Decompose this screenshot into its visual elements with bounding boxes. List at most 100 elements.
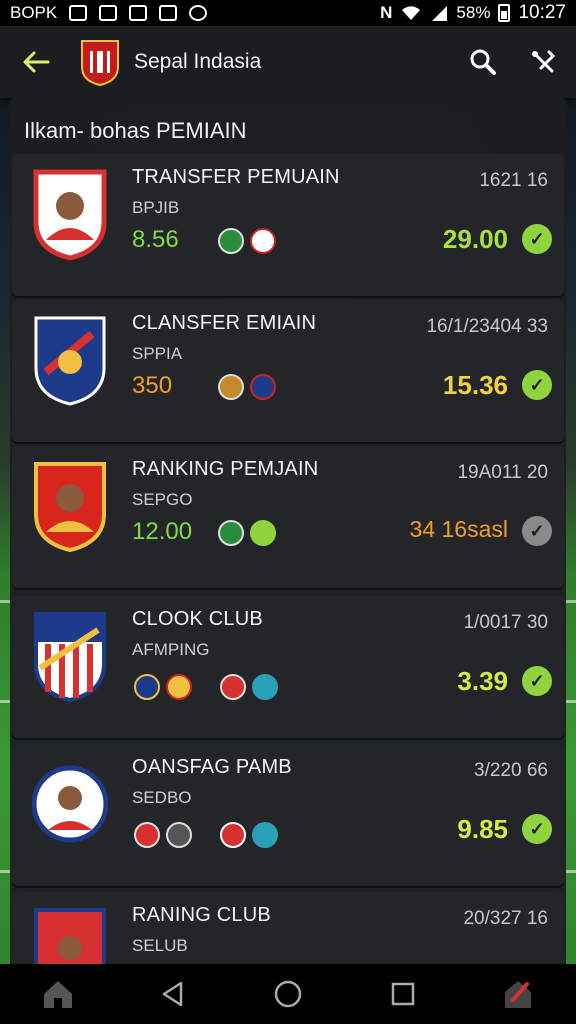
app-bar: Sepal Indasia (0, 26, 576, 98)
check-icon (252, 674, 278, 700)
item-title: RANKING PEMJAIN (132, 458, 319, 480)
check-icon[interactable]: ✓ (522, 224, 552, 254)
home-circle-icon (274, 980, 302, 1008)
club-emblem-icon (134, 822, 160, 848)
status-left: BOPK (10, 3, 208, 23)
list-item[interactable]: CLANSFER EMIAIN SPPIA 350 16/1/23404 33 … (12, 300, 564, 442)
shortcut-icon (505, 981, 532, 1008)
item-score: 29.00 (442, 224, 508, 254)
item-value: 350 (132, 372, 173, 399)
notification-icon (99, 5, 118, 21)
tools-button[interactable] (526, 45, 560, 79)
club-badge (34, 612, 106, 703)
item-meta: 1621 16 (479, 170, 548, 191)
club-emblem-icon (166, 822, 192, 848)
item-subtitle: AFMPING (132, 640, 210, 659)
back-arrow-icon (23, 51, 50, 73)
item-meta: 19A011 20 (457, 462, 548, 483)
item-title: RANING CLUB (132, 904, 271, 926)
wifi-icon (402, 6, 421, 21)
item-score: 3.39 (457, 666, 508, 696)
item-meta: 20/327 16 (463, 908, 548, 929)
item-title: CLANSFER EMIAIN (132, 312, 317, 334)
club-emblem-icon (250, 374, 276, 400)
club-emblem-icon (250, 228, 276, 254)
item-meta: 3/220 66 (474, 760, 548, 781)
club-emblem-icon (134, 674, 160, 700)
list-item[interactable]: CLOOK CLUB AFMPING 1/0017 30 3.39 ✓ (12, 596, 564, 738)
item-meta: 1/0017 30 (463, 612, 548, 633)
nfc-icon: N (380, 3, 393, 22)
club-chips (218, 228, 276, 254)
check-icon (252, 822, 278, 848)
clock: 10:27 (518, 2, 566, 23)
check-icon (250, 520, 276, 546)
item-subtitle: SEPGO (132, 490, 193, 509)
club-emblem-icon (166, 674, 192, 700)
battery-percent: 58% (456, 3, 491, 22)
club-logo (81, 40, 119, 87)
item-score: 34 16sasl (409, 516, 508, 542)
search-button[interactable] (466, 45, 500, 79)
list-item[interactable]: TRANSFER PEMUAIN BPJIB 8.56 1621 16 29.0… (12, 154, 564, 296)
club-emblem-icon (218, 520, 244, 546)
tools-icon (532, 50, 556, 73)
club-badge (34, 316, 106, 406)
check-icon[interactable]: ✓ (522, 666, 552, 696)
item-score: 9.85 (457, 814, 508, 844)
back-nav-button[interactable] (149, 970, 197, 1018)
item-subtitle: SPPIA (132, 344, 183, 363)
item-subtitle: SELUB (132, 936, 188, 955)
item-title: CLOOK CLUB (132, 608, 263, 630)
search-icon (470, 49, 496, 75)
club-emblem-icon (218, 228, 244, 254)
item-value: 12.00 (132, 518, 193, 545)
club-emblem-icon (218, 374, 244, 400)
section-title: Ilkam- bohas PEMIAIN (24, 118, 552, 155)
list-item[interactable]: RANING CLUB SELUB 20/327 16 (12, 892, 564, 968)
club-chips (218, 520, 276, 546)
home-nav-button[interactable] (264, 970, 312, 1018)
item-title: OANSFAG PAMB (132, 756, 292, 778)
club-emblem-icon (220, 674, 246, 700)
signal-icon (432, 6, 448, 21)
item-meta: 16/1/23404 33 (426, 316, 548, 337)
app-title: Sepal Indasia (134, 50, 262, 73)
shortcut-button[interactable] (494, 970, 542, 1018)
item-title: TRANSFER PEMUAIN (132, 166, 340, 188)
item-subtitle: BPJIB (132, 198, 180, 217)
check-icon[interactable]: ✓ (522, 516, 552, 546)
back-triangle-icon (162, 981, 183, 1007)
recents-square-icon (391, 982, 415, 1006)
player-badge (32, 765, 108, 843)
notification-icon (129, 5, 148, 21)
club-chips (134, 674, 278, 700)
recents-nav-button[interactable] (379, 970, 427, 1018)
list-item[interactable]: RANKING PEMJAIN SEPGO 12.00 19A011 20 34… (12, 446, 564, 588)
club-emblem-icon (220, 822, 246, 848)
home-app-button[interactable] (34, 970, 82, 1018)
notification-icon (189, 5, 208, 21)
item-score: 15.36 (442, 370, 508, 400)
check-icon[interactable]: ✓ (522, 814, 552, 844)
list-item[interactable]: OANSFAG PAMB SEDBO 3/220 66 9.85 ✓ (12, 744, 564, 886)
main-panel: Ilkam- bohas PEMIAIN TRANSFER PEMUAIN BP… (10, 98, 566, 968)
back-button[interactable] (16, 42, 56, 82)
item-subtitle: SEDBO (132, 788, 192, 807)
system-nav-bar (0, 964, 576, 1024)
check-icon[interactable]: ✓ (522, 370, 552, 400)
home-icon (43, 981, 72, 1008)
carrier-label: BOPK (10, 3, 58, 22)
notification-icon (159, 5, 178, 21)
club-chips (134, 822, 278, 848)
app-actions (466, 45, 560, 79)
club-badge (34, 908, 106, 968)
player-badge (33, 169, 107, 261)
club-chips (218, 374, 276, 400)
item-value: 8.56 (132, 226, 179, 253)
notification-icon (69, 5, 88, 21)
status-right: N 58% 10:27 (380, 2, 566, 24)
player-badge (34, 462, 106, 553)
battery-icon (498, 4, 511, 22)
status-bar: BOPK N 58% 10:27 (0, 0, 576, 26)
